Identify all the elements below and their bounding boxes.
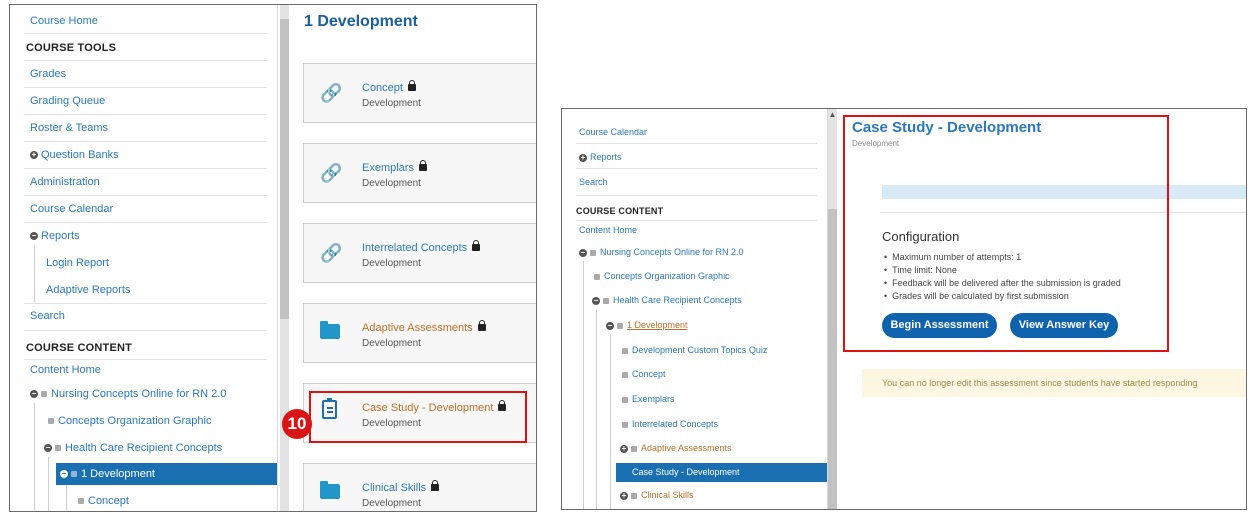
- tree-item-health-care-recipient[interactable]: − Health Care Recipient Concepts: [592, 295, 827, 305]
- lock-icon: [477, 320, 486, 331]
- plus-circle-icon[interactable]: +: [30, 151, 38, 160]
- minus-circle-icon[interactable]: −: [579, 248, 587, 257]
- plus-circle-icon[interactable]: +: [579, 153, 587, 162]
- tree-item-health-care-recipient[interactable]: − Health Care Recipient Concepts: [44, 442, 277, 454]
- sidebar-item-login-report[interactable]: Login Report: [46, 257, 277, 269]
- tree-item-concept[interactable]: Concept: [622, 369, 827, 379]
- card-subtitle: Development: [362, 258, 421, 269]
- card-title[interactable]: Concept: [362, 80, 416, 94]
- sidebar-item-administration[interactable]: Administration: [30, 176, 277, 188]
- plus-circle-icon[interactable]: +: [620, 491, 628, 500]
- tree-item-concept[interactable]: Concept: [78, 495, 277, 507]
- highlight-box: [309, 391, 527, 443]
- minus-circle-icon[interactable]: −: [30, 232, 38, 241]
- lock-icon: [622, 396, 628, 403]
- lock-icon: [472, 240, 481, 251]
- course-tools-heading: COURSE TOOLS: [26, 42, 117, 54]
- course-sidebar: Course Calendar + Reports Search COURSE C…: [562, 109, 828, 509]
- card-subtitle: Development: [362, 98, 421, 109]
- sidebar-item-grades[interactable]: Grades: [30, 68, 277, 80]
- lock-icon: [48, 418, 54, 425]
- card-title[interactable]: Interrelated Concepts: [362, 240, 481, 254]
- minus-circle-icon[interactable]: −: [606, 321, 614, 330]
- lock-icon: [622, 371, 628, 378]
- lock-icon: [590, 249, 596, 256]
- link-icon: 🔗: [320, 83, 343, 103]
- plus-circle-icon[interactable]: +: [620, 444, 628, 453]
- link-icon: 🔗: [320, 243, 343, 263]
- sidebar-item-search[interactable]: Search: [579, 177, 827, 187]
- tree-item-concepts-organization-graphic[interactable]: Concepts Organization Graphic: [48, 415, 277, 427]
- tree-item-1-development[interactable]: −1 Development: [56, 463, 277, 485]
- tree-item-interrelated-concepts[interactable]: Interrelated Concepts: [622, 419, 827, 429]
- tree-item-1-development[interactable]: −1 Development: [606, 320, 827, 330]
- lock-icon: [407, 80, 416, 91]
- content-card-concept[interactable]: 🔗 Concept Development: [303, 63, 536, 123]
- lock-icon: [418, 160, 427, 171]
- sidebar-scrollbar-thumb[interactable]: [280, 19, 289, 319]
- lock-icon: [603, 297, 609, 304]
- tree-item-concepts-organization-graphic[interactable]: Concepts Organization Graphic: [594, 271, 827, 281]
- sidebar-scrollbar-thumb[interactable]: [828, 209, 837, 509]
- tree-item-clinical-skills[interactable]: + Clinical Skills: [620, 490, 827, 500]
- edit-locked-notice: You can no longer edit this assessment s…: [862, 369, 1246, 397]
- content-card-clinical-skills[interactable]: Clinical Skills Development: [303, 463, 536, 511]
- highlight-box: [843, 115, 1169, 352]
- lock-icon: [431, 480, 440, 491]
- sidebar-item-adaptive-reports[interactable]: Adaptive Reports: [46, 284, 277, 296]
- tree-item-adaptive-assessments[interactable]: + Adaptive Assessments: [620, 443, 827, 453]
- minus-circle-icon[interactable]: −: [30, 390, 38, 399]
- card-subtitle: Development: [362, 498, 421, 509]
- sidebar-item-course-calendar[interactable]: Course Calendar: [579, 127, 827, 137]
- link-icon: 🔗: [320, 163, 343, 183]
- lock-icon: [622, 421, 628, 428]
- tree-item-nursing-concepts[interactable]: − Nursing Concepts Online for RN 2.0: [30, 388, 277, 400]
- course-sidebar: Course Home COURSE TOOLS Grades Grading …: [10, 5, 278, 511]
- lock-icon: [622, 347, 628, 354]
- sidebar-item-grading-queue[interactable]: Grading Queue: [30, 95, 277, 107]
- sidebar-item-search[interactable]: Search: [30, 310, 277, 322]
- sidebar-item-reports[interactable]: + Reports: [579, 152, 827, 162]
- tree-item-case-study-development[interactable]: Case Study - Development: [616, 463, 827, 482]
- sidebar-item-course-calendar[interactable]: Course Calendar: [30, 203, 277, 215]
- tree-item-custom-topics-quiz[interactable]: Development Custom Topics Quiz: [622, 345, 827, 355]
- card-subtitle: Development: [362, 178, 421, 189]
- lock-icon: [55, 445, 61, 452]
- sidebar-item-question-banks[interactable]: + Question Banks: [30, 149, 277, 161]
- right-screenshot: Course Calendar + Reports Search COURSE C…: [561, 108, 1247, 510]
- card-title[interactable]: Clinical Skills: [362, 480, 440, 494]
- content-card-exemplars[interactable]: 🔗 Exemplars Development: [303, 143, 536, 203]
- content-card-interrelated-concepts[interactable]: 🔗 Interrelated Concepts Development: [303, 223, 536, 283]
- lock-icon: [617, 322, 623, 329]
- card-title[interactable]: Adaptive Assessments: [362, 320, 486, 334]
- lock-icon: [71, 471, 77, 478]
- minus-circle-icon[interactable]: −: [592, 296, 600, 305]
- sidebar-item-reports[interactable]: − Reports: [30, 230, 277, 242]
- sidebar-content-home[interactable]: Content Home: [579, 225, 827, 235]
- scroll-up-arrow-icon[interactable]: ▲: [828, 109, 837, 121]
- folder-icon: [320, 321, 340, 339]
- lock-icon: [631, 445, 637, 452]
- left-screenshot: Course Home COURSE TOOLS Grades Grading …: [9, 4, 537, 512]
- folder-icon: [320, 481, 340, 499]
- minus-circle-icon[interactable]: −: [60, 470, 68, 479]
- card-title[interactable]: Exemplars: [362, 160, 427, 174]
- minus-circle-icon[interactable]: −: [44, 444, 52, 453]
- content-card-adaptive-assessments[interactable]: Adaptive Assessments Development: [303, 303, 536, 363]
- page-title: 1 Development: [304, 13, 418, 30]
- lock-icon: [78, 498, 84, 505]
- lock-icon: [594, 273, 600, 280]
- tree-item-exemplars[interactable]: Exemplars: [622, 394, 827, 404]
- sidebar-course-home[interactable]: Course Home: [30, 15, 277, 27]
- course-content-heading: COURSE CONTENT: [576, 206, 664, 216]
- tree-item-nursing-concepts[interactable]: − Nursing Concepts Online for RN 2.0: [579, 247, 827, 257]
- card-subtitle: Development: [362, 338, 421, 349]
- lock-icon: [41, 391, 47, 398]
- step-badge: 10: [282, 409, 312, 439]
- sidebar-item-roster-teams[interactable]: Roster & Teams: [30, 122, 277, 134]
- course-content-heading: COURSE CONTENT: [26, 342, 133, 354]
- lock-icon: [631, 492, 637, 499]
- sidebar-content-home[interactable]: Content Home: [30, 364, 277, 376]
